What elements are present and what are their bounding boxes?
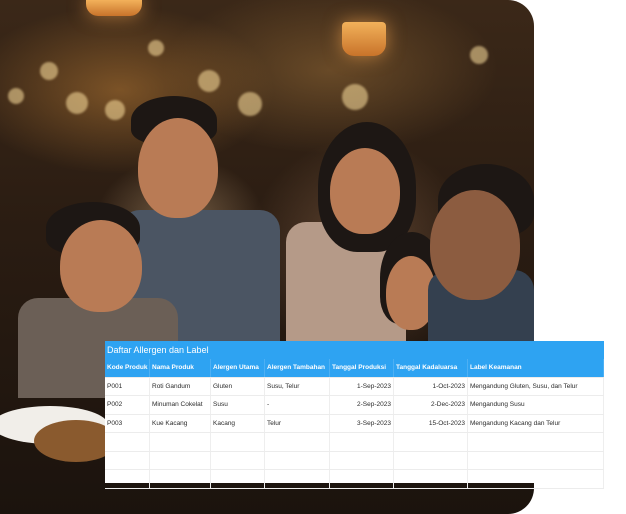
person-shape (330, 148, 400, 234)
bokeh-light (8, 88, 24, 104)
table-cell (330, 451, 394, 469)
table-cell: P002 (105, 396, 150, 414)
lamp-shape (86, 0, 142, 16)
table-cell (211, 433, 265, 451)
table-cell: 15-Oct-2023 (394, 414, 468, 432)
table-cell: Minuman Cokelat (150, 396, 211, 414)
table-cell (105, 433, 150, 451)
bokeh-light (342, 84, 368, 110)
empty-table-row (105, 451, 604, 470)
table-cell: Kacang (211, 414, 265, 432)
table-cell: Gluten (211, 377, 265, 395)
table-cell: - (265, 396, 330, 414)
bokeh-light (238, 92, 262, 116)
bokeh-light (40, 62, 58, 80)
table-cell (150, 451, 211, 469)
empty-table-row (105, 433, 604, 452)
table-cell: 1-Oct-2023 (394, 377, 468, 395)
bokeh-light (198, 70, 220, 92)
table-cell: 2-Sep-2023 (330, 396, 394, 414)
table-cell: Mengandung Gluten, Susu, dan Telur (468, 377, 604, 395)
table-cell (394, 433, 468, 451)
table-cell (394, 451, 468, 469)
bokeh-light (105, 100, 125, 120)
table-row: P001 Roti Gandum Gluten Susu, Telur 1-Se… (105, 377, 604, 396)
table-cell: P001 (105, 377, 150, 395)
column-header: Alergen Utama (211, 359, 265, 377)
table-cell: P003 (105, 414, 150, 432)
table-title: Daftar Allergen dan Label (105, 341, 604, 359)
bokeh-light (470, 46, 488, 64)
table-header-row: Kode Produk Nama Produk Alergen Utama Al… (105, 359, 604, 378)
column-header: Tanggal Produksi (330, 359, 394, 377)
table-cell (394, 470, 468, 488)
column-header: Nama Produk (150, 359, 211, 377)
table-cell: Kue Kacang (150, 414, 211, 432)
table-cell (150, 433, 211, 451)
table-cell: 3-Sep-2023 (330, 414, 394, 432)
table-cell: Susu, Telur (265, 377, 330, 395)
table-cell (330, 433, 394, 451)
table-cell (265, 470, 330, 488)
table-cell: Roti Gandum (150, 377, 211, 395)
table-cell (105, 470, 150, 488)
table-row: P002 Minuman Cokelat Susu - 2-Sep-2023 2… (105, 396, 604, 415)
table-cell (211, 451, 265, 469)
table-cell (468, 470, 604, 488)
table-cell: 1-Sep-2023 (330, 377, 394, 395)
column-header: Label Keamanan (468, 359, 604, 377)
allergen-table-card: Daftar Allergen dan Label Kode Produk Na… (105, 341, 604, 489)
table-cell (265, 433, 330, 451)
table-row: P003 Kue Kacang Kacang Telur 3-Sep-2023 … (105, 414, 604, 433)
allergen-table: Kode Produk Nama Produk Alergen Utama Al… (105, 359, 604, 489)
person-shape (138, 118, 218, 218)
empty-table-row (105, 470, 604, 489)
table-cell (330, 470, 394, 488)
table-cell: 2-Dec-2023 (394, 396, 468, 414)
table-cell (468, 433, 604, 451)
table-cell (468, 451, 604, 469)
table-cell: Telur (265, 414, 330, 432)
lamp-shape (342, 22, 386, 56)
person-shape (60, 220, 142, 312)
table-cell (265, 451, 330, 469)
table-cell (105, 451, 150, 469)
table-cell: Mengandung Kacang dan Telur (468, 414, 604, 432)
table-cell: Susu (211, 396, 265, 414)
person-shape (430, 190, 520, 300)
table-cell (150, 470, 211, 488)
column-header: Kode Produk (105, 359, 150, 377)
table-cell (211, 470, 265, 488)
bokeh-light (66, 92, 88, 114)
bokeh-light (148, 40, 164, 56)
column-header: Alergen Tambahan (265, 359, 330, 377)
column-header: Tanggal Kadaluarsa (394, 359, 468, 377)
table-cell: Mengandung Susu (468, 396, 604, 414)
